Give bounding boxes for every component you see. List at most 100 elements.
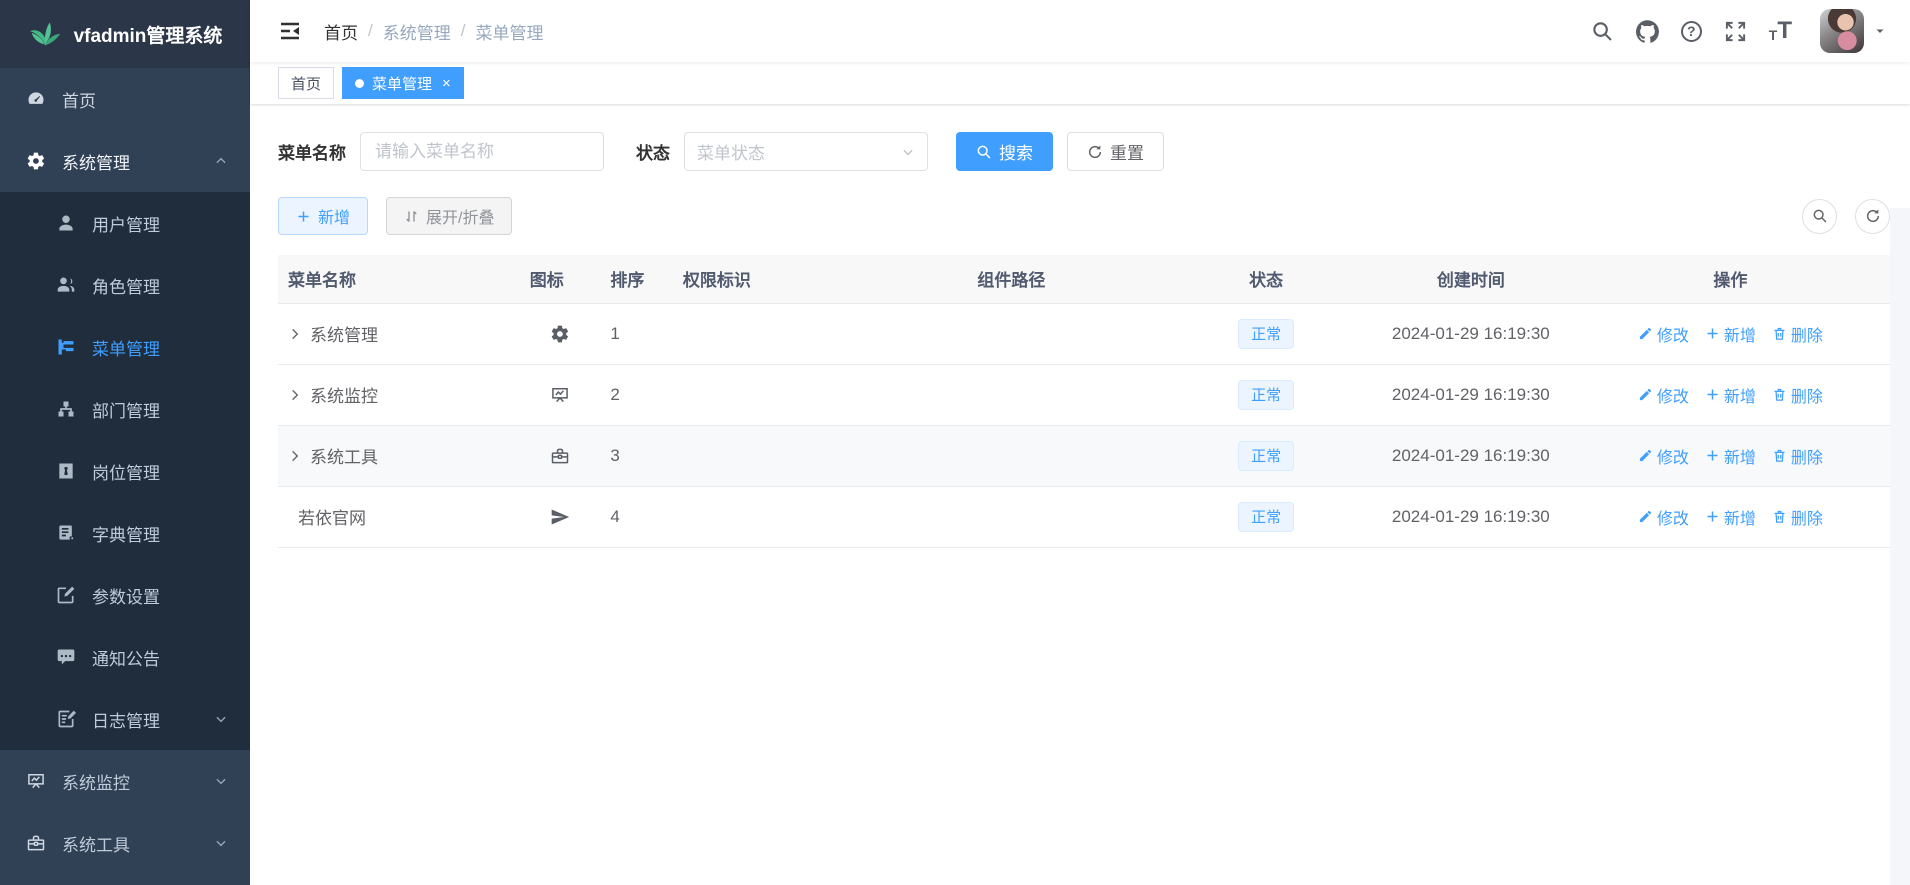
table-header-row: 菜单名称 图标 排序 权限标识 组件路径 状态 创建时间 操作 bbox=[278, 255, 1890, 303]
sidebar-item-system-monitor[interactable]: 系统监控 bbox=[0, 750, 250, 812]
tag-home[interactable]: 首页 bbox=[278, 67, 334, 99]
fullscreen-icon[interactable] bbox=[1724, 20, 1747, 43]
component-value bbox=[862, 486, 1162, 547]
add-child-link[interactable]: 新增 bbox=[1705, 444, 1756, 468]
expand-collapse-label: 展开/折叠 bbox=[426, 204, 494, 228]
sidebar-item-system-management[interactable]: 系统管理 bbox=[0, 130, 250, 192]
sidebar-item-system-tools[interactable]: 系统工具 bbox=[0, 812, 250, 874]
header-actions: 操作 bbox=[1571, 255, 1890, 303]
create-time: 2024-01-29 16:19:30 bbox=[1371, 364, 1571, 425]
sidebar-item-notice[interactable]: 通知公告 bbox=[0, 626, 250, 688]
delete-link[interactable]: 删除 bbox=[1772, 444, 1823, 468]
pencil-icon bbox=[1638, 326, 1653, 341]
edit-link[interactable]: 修改 bbox=[1638, 322, 1689, 346]
add-child-link[interactable]: 新增 bbox=[1705, 322, 1756, 346]
menu-table: 菜单名称 图标 排序 权限标识 组件路径 状态 创建时间 操作 bbox=[278, 255, 1890, 548]
sidebar-item-user-management[interactable]: 用户管理 bbox=[0, 192, 250, 254]
breadcrumb-menu: 菜单管理 bbox=[475, 19, 543, 44]
refresh-icon bbox=[1087, 144, 1103, 160]
menu-status-select[interactable]: 菜单状态 bbox=[684, 132, 928, 171]
sidebar-item-log-management[interactable]: 日志管理 bbox=[0, 688, 250, 750]
avatar[interactable] bbox=[1820, 9, 1864, 53]
dict-icon bbox=[56, 523, 76, 543]
app-title: vfadmin管理系统 bbox=[74, 21, 223, 48]
close-icon[interactable]: × bbox=[442, 76, 451, 91]
sidebar-item-label: 字典管理 bbox=[92, 521, 160, 546]
active-dot bbox=[355, 79, 364, 88]
edit-icon bbox=[56, 585, 76, 605]
search-button[interactable]: 搜索 bbox=[956, 132, 1053, 171]
order-value: 2 bbox=[600, 364, 673, 425]
delete-link[interactable]: 删除 bbox=[1772, 505, 1823, 529]
post-icon bbox=[56, 461, 76, 481]
add-button[interactable]: 新增 bbox=[278, 197, 368, 235]
logo-bar[interactable]: vfadmin管理系统 bbox=[0, 0, 250, 68]
component-value bbox=[862, 364, 1162, 425]
font-size-large: T bbox=[1777, 20, 1792, 42]
status-badge: 正常 bbox=[1238, 380, 1294, 410]
plus-icon bbox=[1705, 387, 1720, 402]
add-child-link[interactable]: 新增 bbox=[1705, 505, 1756, 529]
refresh-icon bbox=[1865, 208, 1881, 224]
tag-menu-management[interactable]: 菜单管理 × bbox=[342, 67, 464, 99]
header-menu-name: 菜单名称 bbox=[278, 255, 520, 303]
search-icon[interactable] bbox=[1591, 20, 1614, 43]
sidebar: vfadmin管理系统 首页 系统管理 用户管理 角色管理 菜单管理 bbox=[0, 0, 250, 885]
expand-collapse-button[interactable]: 展开/折叠 bbox=[386, 197, 512, 235]
font-size-icon[interactable]: TT bbox=[1769, 20, 1792, 42]
edit-link[interactable]: 修改 bbox=[1638, 444, 1689, 468]
sidebar-item-post-management[interactable]: 岗位管理 bbox=[0, 440, 250, 502]
plus-icon bbox=[1705, 509, 1720, 524]
sidebar-item-dict-management[interactable]: 字典管理 bbox=[0, 502, 250, 564]
help-icon[interactable]: ? bbox=[1681, 21, 1702, 42]
status-badge: 正常 bbox=[1238, 441, 1294, 471]
trash-icon bbox=[1772, 448, 1787, 463]
breadcrumb: 首页 / 系统管理 / 菜单管理 bbox=[324, 19, 543, 44]
pencil-icon bbox=[1638, 448, 1653, 463]
tree-table-icon bbox=[56, 337, 76, 357]
sidebar-fold-icon[interactable] bbox=[278, 19, 302, 43]
create-time: 2024-01-29 16:19:30 bbox=[1371, 486, 1571, 547]
menu-name-label: 菜单名称 bbox=[278, 139, 346, 164]
sidebar-item-label: 系统管理 bbox=[62, 149, 130, 174]
edit-link[interactable]: 修改 bbox=[1638, 383, 1689, 407]
sidebar-item-role-management[interactable]: 角色管理 bbox=[0, 254, 250, 316]
expand-row-icon[interactable] bbox=[288, 327, 302, 341]
monitor-icon bbox=[550, 385, 570, 405]
menu-name-input[interactable] bbox=[360, 132, 604, 171]
chevron-down-icon bbox=[214, 712, 228, 726]
plus-icon bbox=[1705, 326, 1720, 341]
add-child-link[interactable]: 新增 bbox=[1705, 383, 1756, 407]
perms-value bbox=[673, 486, 862, 547]
table-row: 系统管理 1 正常 2024-01-29 16:19:30 修改 新增 删除 bbox=[278, 303, 1890, 364]
trash-icon bbox=[1772, 509, 1787, 524]
sidebar-item-menu-management[interactable]: 菜单管理 bbox=[0, 316, 250, 378]
expand-row-icon[interactable] bbox=[288, 449, 302, 463]
sidebar-item-dept-management[interactable]: 部门管理 bbox=[0, 378, 250, 440]
app-window: vfadmin管理系统 首页 系统管理 用户管理 角色管理 菜单管理 bbox=[0, 0, 1910, 885]
guide-icon bbox=[550, 507, 570, 527]
breadcrumb-system: 系统管理 bbox=[383, 19, 451, 44]
hide-search-button[interactable] bbox=[1802, 199, 1837, 234]
sidebar-item-label: 角色管理 bbox=[92, 273, 160, 298]
right-gutter bbox=[1890, 208, 1910, 885]
page-content: 菜单名称 状态 菜单状态 搜索 重置 bbox=[250, 104, 1910, 885]
refresh-button[interactable] bbox=[1855, 199, 1890, 234]
sidebar-item-param-settings[interactable]: 参数设置 bbox=[0, 564, 250, 626]
perms-value bbox=[673, 364, 862, 425]
user-menu[interactable] bbox=[1820, 9, 1886, 53]
sidebar-item-label: 系统工具 bbox=[62, 831, 130, 856]
sidebar-item-home[interactable]: 首页 bbox=[0, 68, 250, 130]
delete-link[interactable]: 删除 bbox=[1772, 383, 1823, 407]
delete-link[interactable]: 删除 bbox=[1772, 322, 1823, 346]
reset-button[interactable]: 重置 bbox=[1067, 132, 1164, 171]
sidebar-submenu-system: 用户管理 角色管理 菜单管理 部门管理 岗位管理 字典管理 bbox=[0, 192, 250, 750]
table-row: 若依官网 4 正常 2024-01-29 16:19:30 修改 新增 删除 bbox=[278, 486, 1890, 547]
header-perms: 权限标识 bbox=[673, 255, 862, 303]
github-icon[interactable] bbox=[1636, 20, 1659, 43]
create-time: 2024-01-29 16:19:30 bbox=[1371, 425, 1571, 486]
edit-link[interactable]: 修改 bbox=[1638, 505, 1689, 529]
breadcrumb-home[interactable]: 首页 bbox=[324, 19, 358, 44]
expand-row-icon[interactable] bbox=[288, 388, 302, 402]
sidebar-item-label: 参数设置 bbox=[92, 583, 160, 608]
